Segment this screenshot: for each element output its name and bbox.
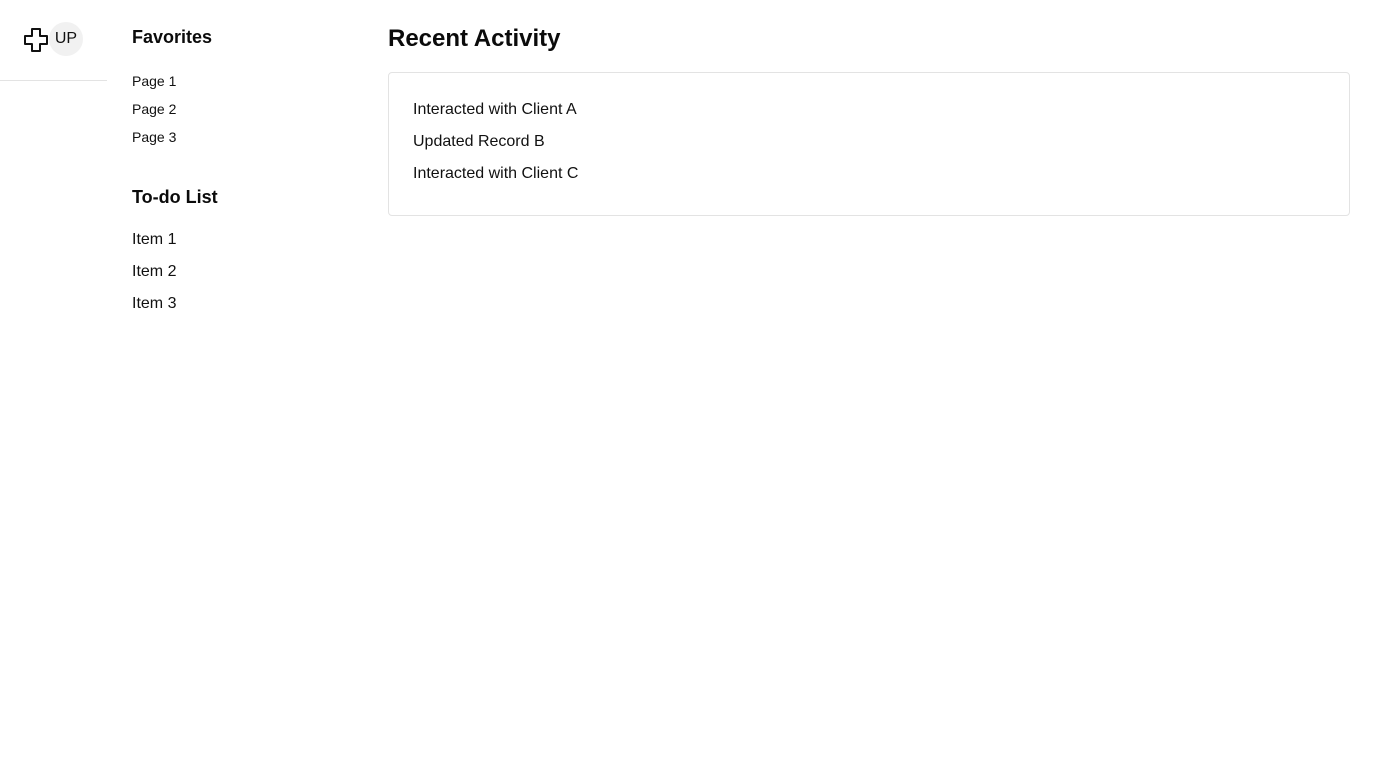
- plus-outline-icon[interactable]: [24, 28, 48, 52]
- top-left-header: UP: [0, 0, 107, 81]
- todo-list-title: To-do List: [132, 187, 218, 207]
- favorite-page-link[interactable]: Page 1: [132, 73, 176, 101]
- todo-list: Item 1 Item 2 Item 3: [132, 230, 176, 326]
- favorites-list: Page 1 Page 2 Page 3: [132, 73, 176, 157]
- todo-item: Item 2: [132, 263, 177, 280]
- activity-item: Interacted with Client A: [413, 101, 577, 118]
- user-avatar[interactable]: UP: [49, 22, 83, 56]
- favorite-page-link[interactable]: Page 2: [132, 101, 176, 129]
- todo-item: Item 3: [132, 295, 177, 312]
- activity-item: Interacted with Client C: [413, 165, 579, 182]
- todo-item: Item 1: [132, 231, 177, 248]
- recent-activity-card: Interacted with Client A Updated Record …: [388, 72, 1350, 216]
- favorites-title: Favorites: [132, 27, 213, 47]
- activity-item: Updated Record B: [413, 133, 545, 150]
- recent-activity-title: Recent Activity: [388, 25, 561, 52]
- activity-list: Interacted with Client A Updated Record …: [413, 100, 578, 196]
- favorite-page-link[interactable]: Page 3: [132, 129, 176, 157]
